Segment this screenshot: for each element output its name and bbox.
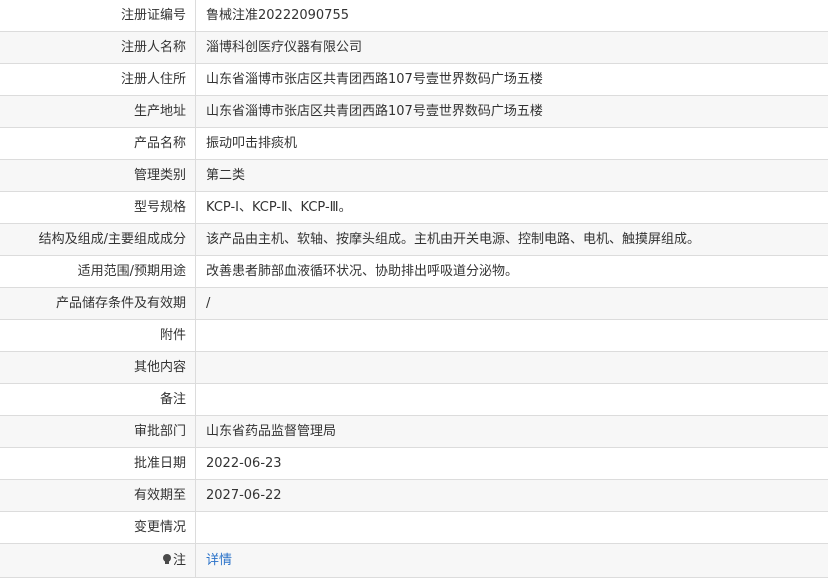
label-attachment: 附件 [0, 320, 196, 351]
label-approval-date: 批准日期 [0, 448, 196, 479]
label-remarks: 备注 [0, 384, 196, 415]
row-valid-until: 有效期至 2027-06-22 [0, 480, 828, 512]
row-approval-department: 审批部门 山东省药品监督管理局 [0, 416, 828, 448]
row-other-content: 其他内容 [0, 352, 828, 384]
row-remarks: 备注 [0, 384, 828, 416]
value-structure-composition: 该产品由主机、软轴、按摩头组成。主机由开关电源、控制电路、电机、触摸屏组成。 [206, 232, 701, 247]
value-product-name: 振动叩击排痰机 [206, 136, 298, 151]
value-remarks [196, 384, 828, 415]
label-management-category: 管理类别 [0, 160, 196, 191]
row-registrant-name: 注册人名称 淄博科创医疗仪器有限公司 [0, 32, 828, 64]
label-note: 注 [0, 544, 196, 577]
row-change-status: 变更情况 [0, 512, 828, 544]
value-storage-validity: / [206, 296, 211, 311]
row-attachment: 附件 [0, 320, 828, 352]
value-change-status [196, 512, 828, 543]
row-intended-use: 适用范围/预期用途 改善患者肺部血液循环状况、协助排出呼吸道分泌物。 [0, 256, 828, 288]
row-storage-validity: 产品储存条件及有效期 / [0, 288, 828, 320]
details-link[interactable]: 详情 [206, 553, 232, 568]
label-registrant-name: 注册人名称 [0, 32, 196, 63]
row-production-address: 生产地址 山东省淄博市张店区共青团西路107号壹世界数码广场五楼 [0, 96, 828, 128]
label-other-content: 其他内容 [0, 352, 196, 383]
value-registration-number: 鲁械注准20222090755 [206, 8, 349, 23]
lightbulb-icon [162, 554, 171, 565]
value-management-category: 第二类 [206, 168, 246, 183]
label-production-address: 生产地址 [0, 96, 196, 127]
value-production-address: 山东省淄博市张店区共青团西路107号壹世界数码广场五楼 [206, 104, 543, 119]
value-intended-use: 改善患者肺部血液循环状况、协助排出呼吸道分泌物。 [206, 264, 519, 279]
label-valid-until: 有效期至 [0, 480, 196, 511]
row-note: 注 详情 [0, 544, 828, 578]
value-registrant-name: 淄博科创医疗仪器有限公司 [206, 40, 363, 55]
registration-details-table: 注册证编号 鲁械注准20222090755 注册人名称 淄博科创医疗仪器有限公司… [0, 0, 828, 578]
label-model-spec: 型号规格 [0, 192, 196, 223]
value-registrant-address: 山东省淄博市张店区共青团西路107号壹世界数码广场五楼 [206, 72, 543, 87]
label-change-status: 变更情况 [0, 512, 196, 543]
value-other-content [196, 352, 828, 383]
value-approval-date: 2022-06-23 [206, 456, 282, 471]
row-registrant-address: 注册人住所 山东省淄博市张店区共青团西路107号壹世界数码广场五楼 [0, 64, 828, 96]
note-label-text: 注 [172, 553, 186, 568]
row-management-category: 管理类别 第二类 [0, 160, 828, 192]
label-registrant-address: 注册人住所 [0, 64, 196, 95]
label-approval-department: 审批部门 [0, 416, 196, 447]
row-approval-date: 批准日期 2022-06-23 [0, 448, 828, 480]
value-note: 详情 [196, 544, 828, 577]
label-registration-number: 注册证编号 [0, 0, 196, 31]
row-product-name: 产品名称 振动叩击排痰机 [0, 128, 828, 160]
value-model-spec: KCP-Ⅰ、KCP-Ⅱ、KCP-Ⅲ。 [206, 200, 352, 215]
row-structure-composition: 结构及组成/主要组成成分 该产品由主机、软轴、按摩头组成。主机由开关电源、控制电… [0, 224, 828, 256]
value-valid-until: 2027-06-22 [206, 488, 282, 503]
label-structure-composition: 结构及组成/主要组成成分 [0, 224, 196, 255]
label-product-name: 产品名称 [0, 128, 196, 159]
row-model-spec: 型号规格 KCP-Ⅰ、KCP-Ⅱ、KCP-Ⅲ。 [0, 192, 828, 224]
row-registration-number: 注册证编号 鲁械注准20222090755 [0, 0, 828, 32]
value-attachment [196, 320, 828, 351]
label-intended-use: 适用范围/预期用途 [0, 256, 196, 287]
label-storage-validity: 产品储存条件及有效期 [0, 288, 196, 319]
value-approval-department: 山东省药品监督管理局 [206, 424, 337, 439]
